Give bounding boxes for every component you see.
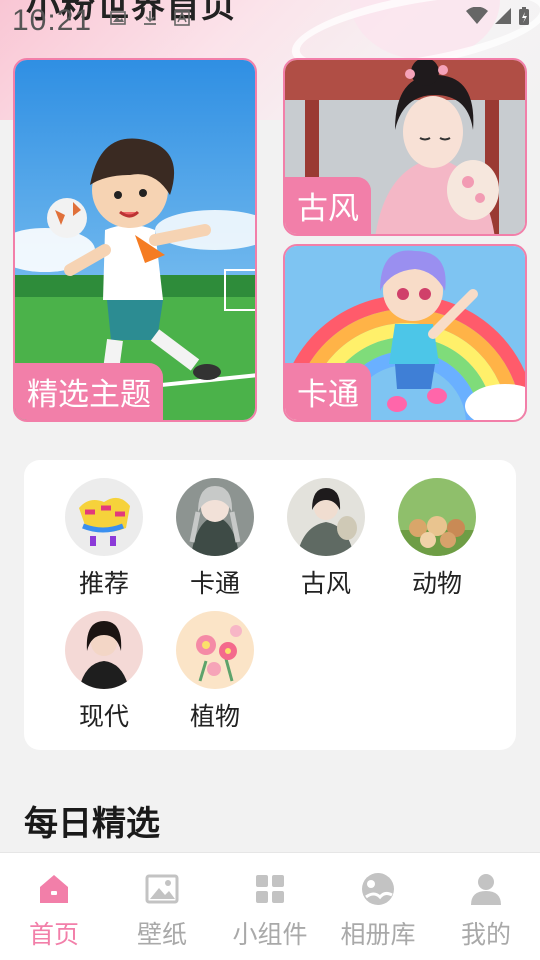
- album-icon: [362, 873, 394, 905]
- category-modern[interactable]: 现代: [54, 611, 154, 733]
- category-plants[interactable]: 植物: [165, 611, 265, 733]
- category-animals[interactable]: 动物: [387, 478, 487, 600]
- status-bar: 10:21: [0, 0, 540, 40]
- status-time: 10:21: [12, 4, 93, 37]
- tab-widgets[interactable]: 小组件: [216, 871, 324, 951]
- tab-label: 相册库: [340, 920, 416, 949]
- cartoon-card[interactable]: 卡通: [283, 244, 527, 422]
- modern-portrait-thumb: [65, 611, 143, 689]
- bottom-tab-bar: 首页 壁纸 小组件 相册库 我的: [0, 852, 540, 960]
- graffiti-thumb: [65, 478, 143, 556]
- widgets-icon: [256, 875, 284, 903]
- home-icon: [40, 875, 68, 903]
- system-indicators: [466, 6, 530, 26]
- category-cartoon[interactable]: 卡通: [165, 478, 265, 600]
- tab-mine[interactable]: 我的: [432, 871, 540, 951]
- ancient-style-thumb: [287, 478, 365, 556]
- daily-picks-title: 每日精选: [24, 804, 160, 844]
- tab-album[interactable]: 相册库: [324, 871, 432, 951]
- category-panel: 推荐 卡通 古风 动物 现代 植物: [24, 460, 516, 750]
- animals-thumb: [398, 478, 476, 556]
- category-ancient[interactable]: 古风: [276, 478, 376, 600]
- category-label: 现代: [78, 702, 129, 731]
- category-recommend[interactable]: 推荐: [54, 478, 154, 600]
- flowers-thumb: [176, 611, 254, 689]
- ancient-style-label: 古风: [285, 177, 371, 234]
- wifi-icon: [466, 7, 488, 24]
- category-label: 推荐: [78, 569, 129, 598]
- text-notification-icon: [174, 10, 190, 26]
- tab-label: 壁纸: [136, 920, 187, 949]
- signal-icon: [495, 8, 511, 24]
- category-label: 动物: [411, 569, 462, 598]
- tab-label: 我的: [460, 920, 511, 949]
- tab-label: 小组件: [232, 920, 308, 949]
- person-icon: [471, 874, 501, 905]
- featured-theme-label: 精选主题: [15, 363, 163, 420]
- category-label: 古风: [300, 569, 351, 598]
- category-label: 植物: [189, 702, 240, 731]
- gallery-notification-icon: [110, 11, 126, 25]
- image-icon: [145, 874, 179, 904]
- tab-label: 首页: [28, 920, 79, 949]
- tab-wallpaper[interactable]: 壁纸: [108, 871, 216, 951]
- cartoon-label: 卡通: [285, 363, 371, 420]
- download-notification-icon: [144, 11, 156, 25]
- category-label: 卡通: [189, 569, 240, 598]
- anime-girl-thumb: [176, 478, 254, 556]
- battery-charging-icon: [519, 7, 529, 25]
- tab-home[interactable]: 首页: [0, 871, 108, 951]
- featured-theme-card[interactable]: 精选主题: [13, 58, 257, 422]
- ancient-style-card[interactable]: 古风: [283, 58, 527, 236]
